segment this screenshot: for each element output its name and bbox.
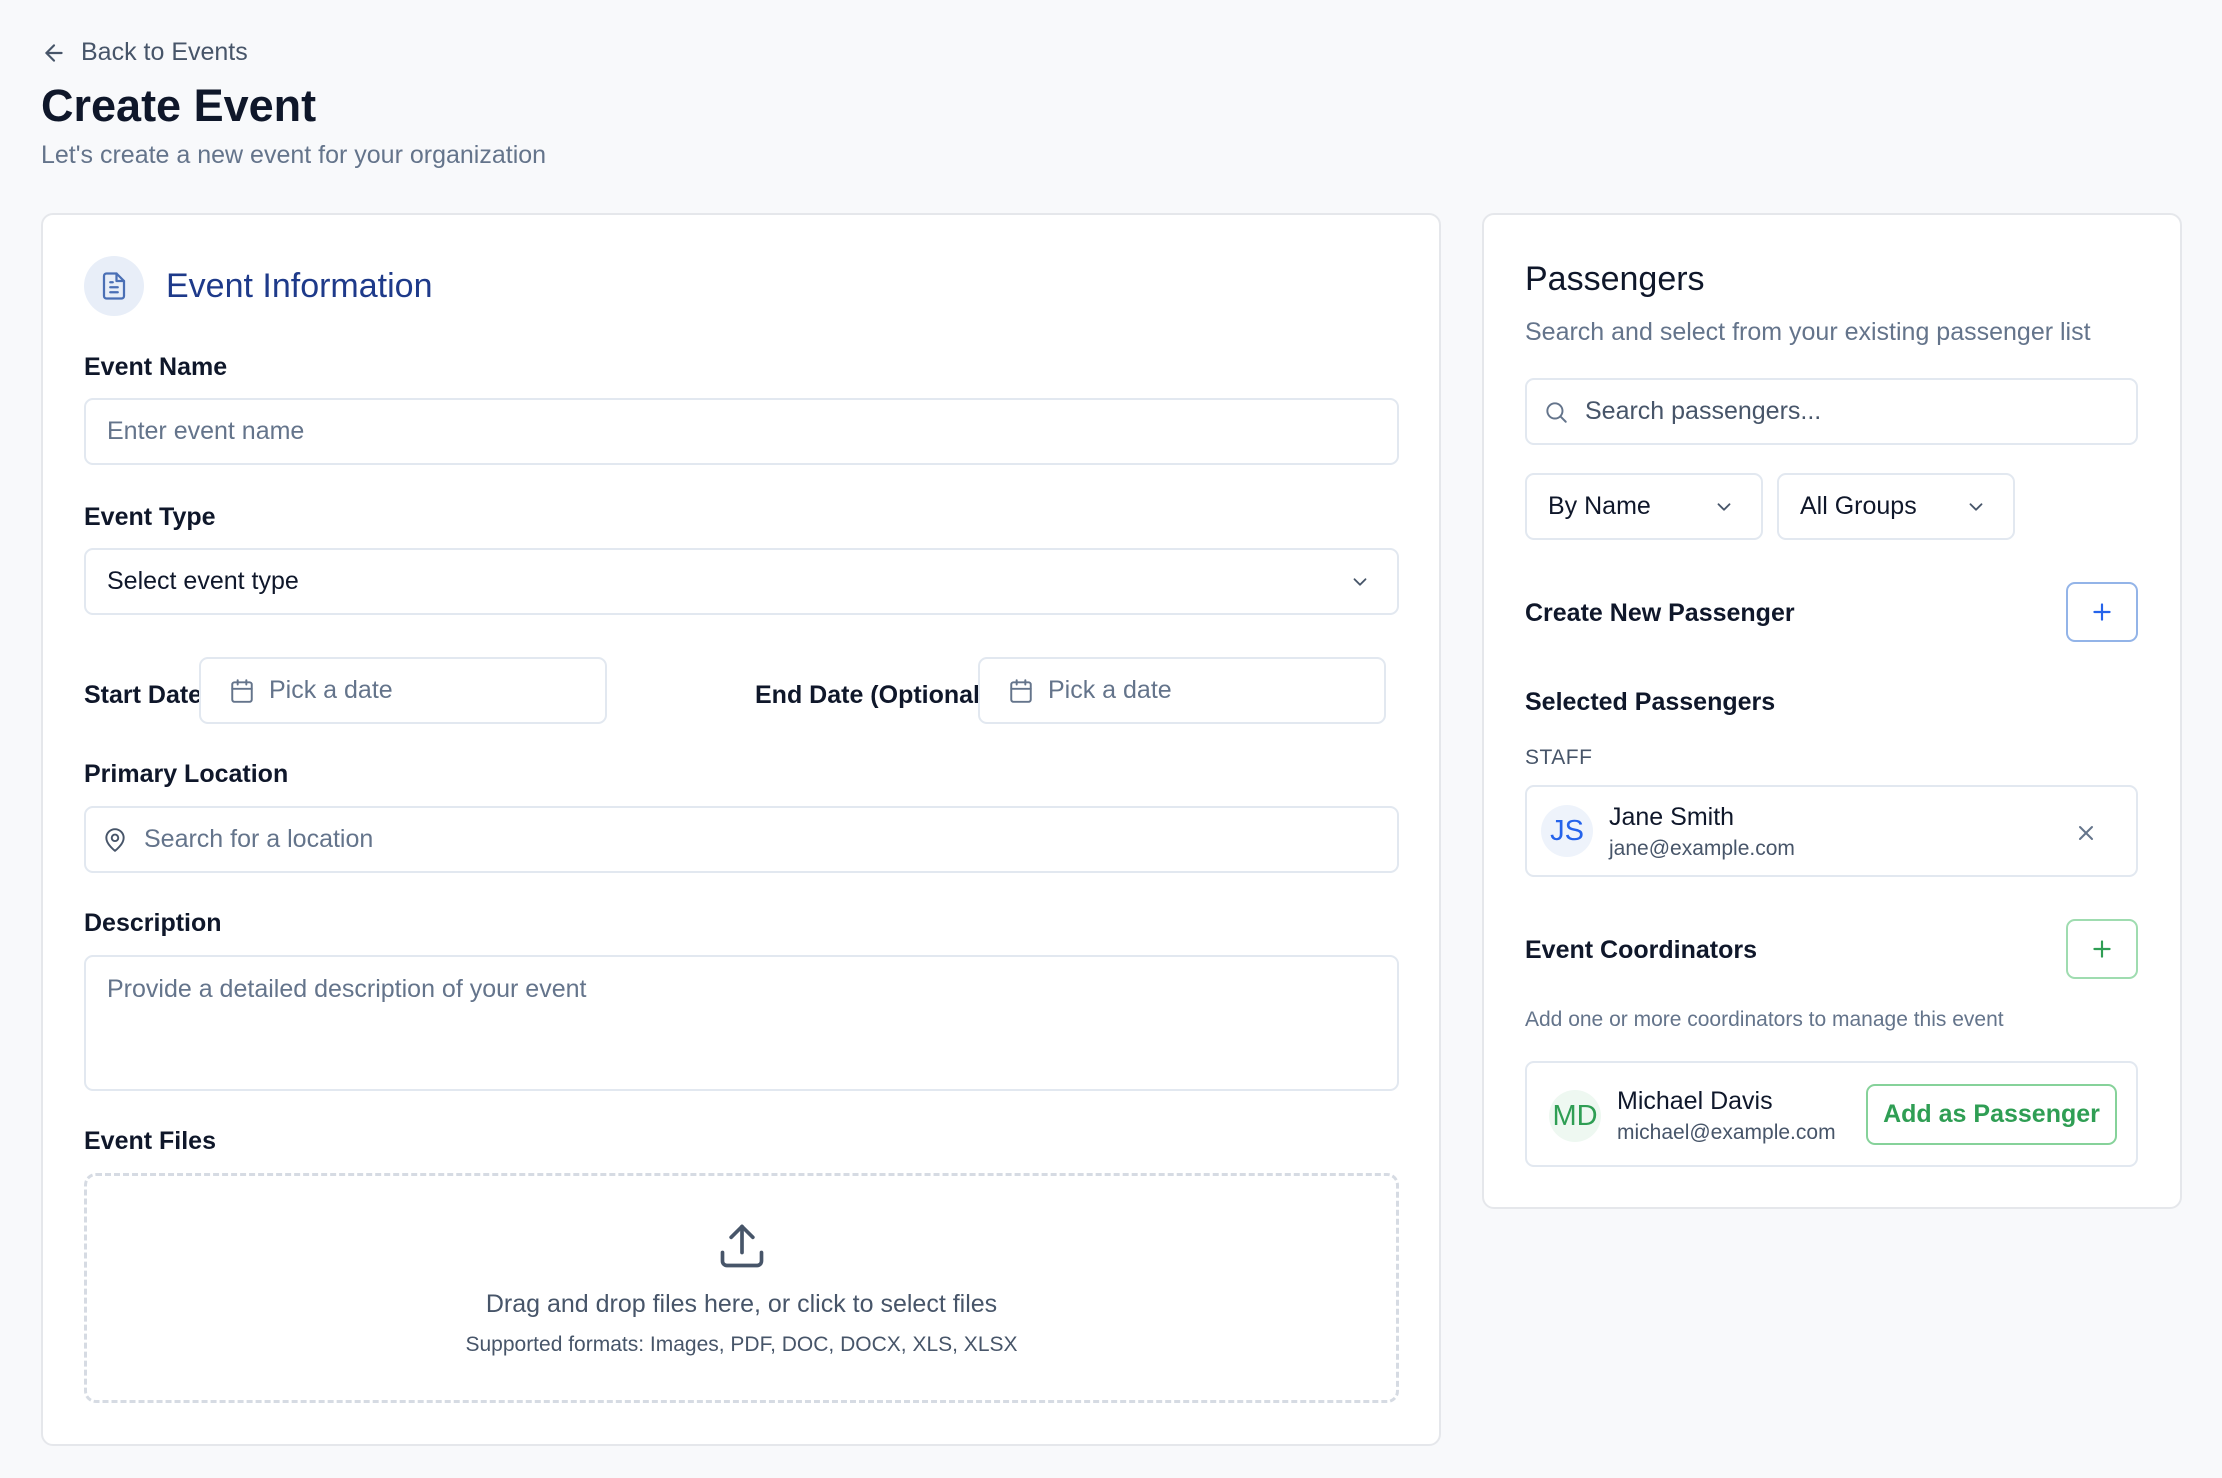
plus-icon [2093,940,2111,958]
start-date-picker[interactable]: Pick a date [199,657,607,724]
coordinator-name: Michael Davis [1617,1087,1773,1115]
supported-formats: Supported formats: Images, PDF, DOC, DOC… [465,1333,1018,1356]
event-coordinators-label: Event Coordinators [1525,936,1757,964]
passenger-search-placeholder: Search passengers... [1585,397,1822,425]
back-to-events-link[interactable]: Back to Events [41,38,248,67]
close-icon[interactable] [2074,821,2098,845]
start-date-placeholder: Pick a date [269,676,393,704]
add-coordinator-button[interactable] [2066,919,2138,979]
start-date-label: Start Date [84,681,203,709]
calendar-icon [231,678,253,703]
passengers-subtitle: Search and select from your existing pas… [1525,318,2091,346]
group-filter-select[interactable]: All Groups [1777,473,2015,540]
event-name-label: Event Name [84,353,228,381]
event-type-label: Event Type [84,503,216,531]
back-link-label: Back to Events [81,38,248,66]
file-dropzone[interactable]: Drag and drop files here, or click to se… [84,1173,1399,1403]
end-date-picker[interactable]: Pick a date [978,657,1386,724]
end-date-placeholder: Pick a date [1048,676,1172,704]
file-text-icon [84,256,144,316]
selected-passenger-card: JS Jane Smith jane@example.com [1525,785,2138,877]
coordinator-email: michael@example.com [1617,1121,1836,1144]
event-type-select[interactable]: Select event type [84,548,1399,615]
event-files-label: Event Files [84,1127,216,1155]
end-date-label: End Date (Optional) [755,681,989,709]
event-name-input[interactable]: Enter event name [84,398,1399,465]
passengers-title: Passengers [1525,260,1705,298]
page-title: Create Event [41,80,317,131]
sort-by-value: By Name [1548,492,1651,520]
avatar: MD [1549,1090,1601,1142]
location-search-input[interactable]: Search for a location [84,806,1399,873]
plus-icon [2093,603,2111,621]
upload-icon [720,1224,763,1268]
group-heading-staff: STAFF [1525,746,1593,769]
coordinators-hint: Add one or more coordinators to manage t… [1525,1008,2004,1031]
description-textarea[interactable]: Provide a detailed description of your e… [84,955,1399,1091]
selected-passengers-label: Selected Passengers [1525,688,1776,716]
chevron-down-icon [1717,502,1731,511]
dropzone-instructions: Drag and drop files here, or click to se… [485,1290,998,1318]
passenger-name: Jane Smith [1609,803,1735,831]
description-placeholder: Provide a detailed description of your e… [107,975,587,1003]
calendar-icon [1010,678,1032,703]
chevron-down-icon [1969,502,1983,511]
map-pin-icon [105,827,125,852]
arrow-left-icon [45,43,63,62]
coordinator-card: MD Michael Davis michael@example.com Add… [1525,1061,2138,1167]
search-icon [1546,401,1567,423]
avatar: JS [1541,805,1593,857]
create-new-passenger-label: Create New Passenger [1525,599,1795,627]
passenger-email: jane@example.com [1609,837,1795,860]
page-subtitle: Let's create a new event for your organi… [41,141,547,169]
event-type-value: Select event type [107,567,299,595]
passenger-search-input[interactable]: Search passengers... [1525,378,2138,445]
group-filter-value: All Groups [1800,492,1917,520]
add-as-passenger-button[interactable]: Add as Passenger [1866,1084,2117,1145]
section-title: Event Information [166,266,433,305]
event-information-header: Event Information [84,256,432,316]
location-placeholder: Search for a location [144,825,374,853]
chevron-down-icon [1353,577,1367,586]
sort-by-select[interactable]: By Name [1525,473,1763,540]
primary-location-label: Primary Location [84,760,289,788]
event-name-placeholder: Enter event name [107,417,305,445]
description-label: Description [84,909,222,937]
create-passenger-button[interactable] [2066,582,2138,642]
